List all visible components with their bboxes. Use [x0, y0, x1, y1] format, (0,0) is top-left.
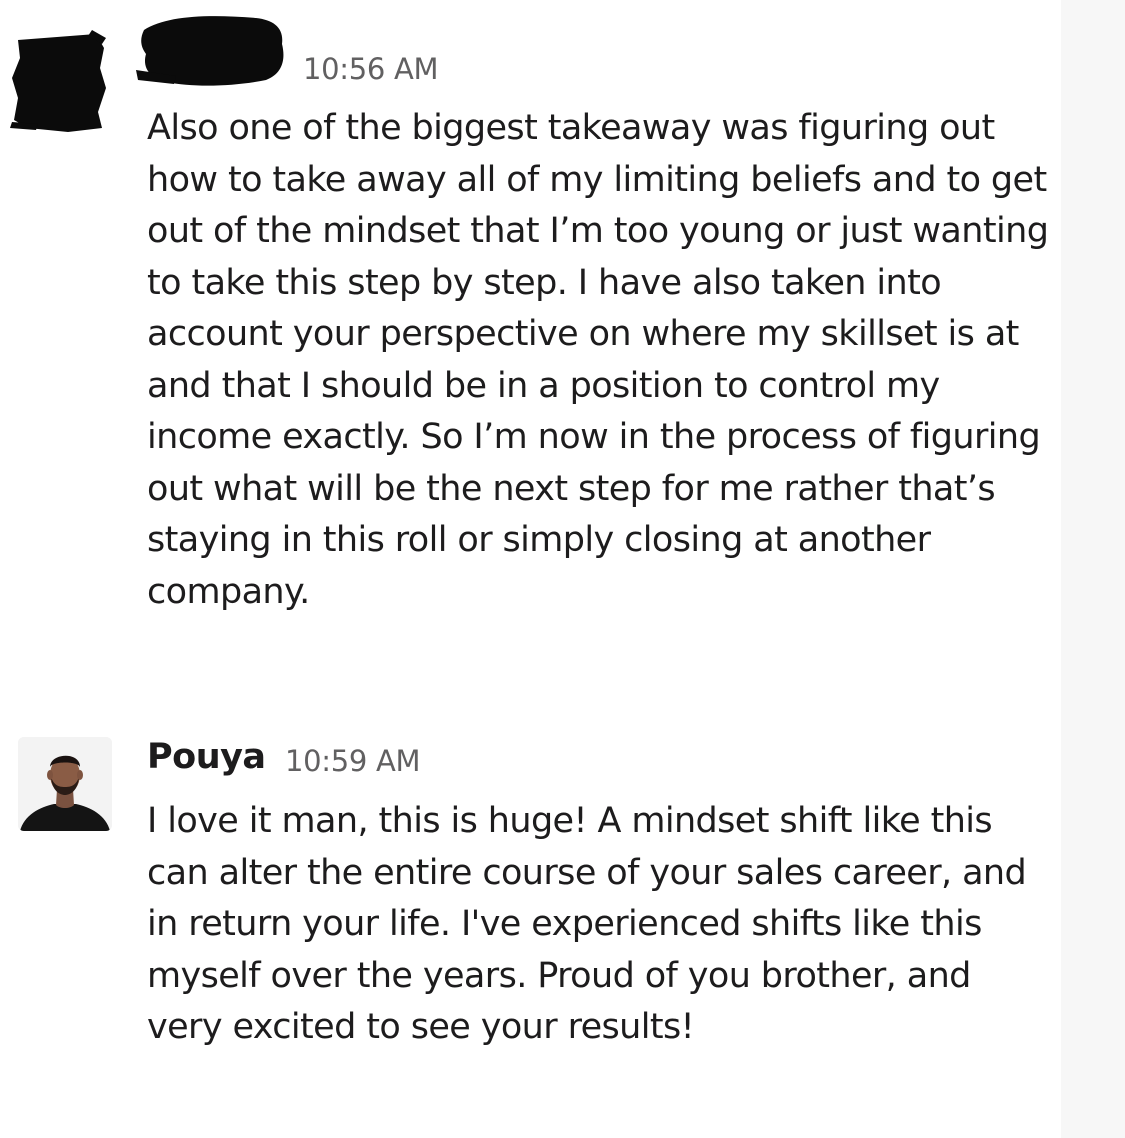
- profile-photo-icon: [18, 737, 112, 831]
- message-text: Also one of the biggest takeaway was fig…: [147, 108, 1049, 612]
- author-name[interactable]: Pouya: [147, 737, 266, 777]
- redacted-author-name[interactable]: [136, 10, 288, 92]
- avatar[interactable]: [18, 737, 112, 831]
- message-text: I love it man, this is huge! A mindset s…: [147, 801, 1027, 1047]
- message-timestamp[interactable]: 10:56 AM: [303, 52, 439, 86]
- message-timestamp[interactable]: 10:59 AM: [285, 744, 421, 778]
- right-edge-strip: [1061, 0, 1125, 1138]
- redacted-avatar-icon[interactable]: [8, 28, 108, 136]
